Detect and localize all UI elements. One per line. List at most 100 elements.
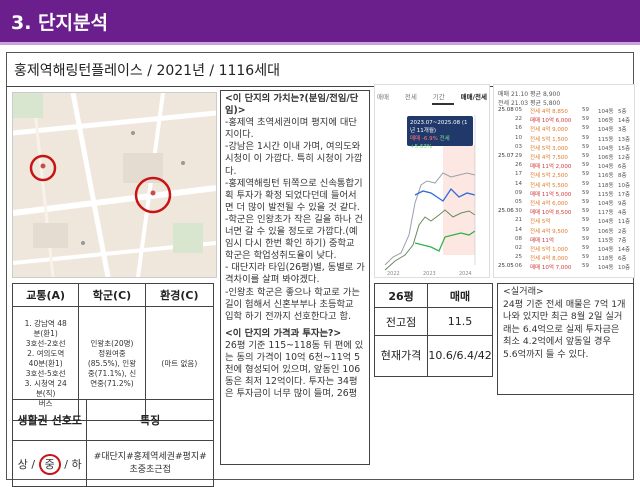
- traffic-line: 3. 시청역 24: [24, 378, 67, 388]
- transaction-fl: 14층: [618, 118, 631, 125]
- price-chart: 2022 2023 2024: [384, 115, 476, 277]
- pref-low: / 하: [64, 457, 82, 471]
- transaction-row: 17 전세 5억 2,500 59 116동 8층: [498, 171, 632, 180]
- chart-tooltip: 2023.07~2025.08 (1년 11개월) 매매 -6.9% 전세 +5…: [407, 116, 473, 150]
- transaction-row: 25.07 29 전세 4억 7,500 59 106동 12층: [498, 153, 632, 162]
- transaction-fl: 10층: [618, 265, 631, 272]
- transaction-dong: 116동: [598, 173, 614, 180]
- transaction-fl: 7층: [618, 237, 627, 244]
- transaction-type: 전세 5억 2,500: [530, 173, 568, 180]
- transaction-floor: 59: [582, 143, 589, 150]
- transaction-day: 14: [515, 226, 522, 233]
- pref-mid: 중: [38, 453, 61, 475]
- transaction-day: 05: [515, 107, 522, 113]
- transaction-dong: 115동: [598, 136, 614, 143]
- location-map[interactable]: [12, 92, 217, 278]
- transaction-type: 매매 10억 8,500: [530, 210, 572, 217]
- col-env: 환경(C): [144, 283, 215, 307]
- traffic-line: 3호선-5호선: [25, 368, 66, 378]
- traffic-line: 40분(환1): [28, 358, 63, 368]
- value-line: - 대단지라 타입(26평)별, 동별로 가격차이를 살펴 봐야겠다.: [225, 262, 365, 286]
- transaction-floor: 59: [582, 134, 589, 141]
- transaction-floor: 59: [582, 180, 589, 187]
- transaction-fl: 12층: [618, 155, 631, 161]
- transaction-row: 02 전세 5억 1,000 59 104동 14층: [498, 245, 632, 254]
- summary-rent: 전세 21.03 평균 5,800: [498, 100, 561, 107]
- transaction-type: 전세 4억 9,500: [530, 228, 568, 235]
- pref-slash: /: [31, 457, 36, 471]
- transaction-dong: 104동: [598, 127, 614, 134]
- price-col-type: 26평: [373, 283, 429, 308]
- price-table: 26평 매매 전고점 11.5 현재가격 10.6/6.4/42: [373, 283, 493, 377]
- transaction-dong: 118동: [598, 182, 614, 189]
- pref-header: 생활권 선호도: [11, 399, 88, 441]
- value-heading: <이 단지의 가치는?(분임/전임/단임)>: [225, 93, 359, 117]
- transaction-day: 10: [515, 134, 522, 141]
- transaction-summary: 매매 21.10 평균 8,900 전세 21.03 평균 5,800: [498, 89, 560, 107]
- transaction-row: 14 전세 4억 5,500 59 118동 10층: [498, 181, 632, 190]
- transaction-fl: 10층: [618, 182, 631, 189]
- transaction-row: 25.08 05 전세 4억 8,850 59 104동 5층: [498, 107, 632, 116]
- transaction-type: 전세 4억 8,850: [530, 109, 568, 115]
- school-line: 중(71.1%), 신: [87, 368, 137, 378]
- transaction-list: 매매 21.10 평균 8,900 전세 21.03 평균 5,800 25.0…: [493, 84, 635, 278]
- transaction-row: 26 매매 11억 2,000 59 104동 6층: [498, 162, 632, 171]
- transaction-dong: 104동: [598, 164, 614, 171]
- transaction-row: 09 매매 11억 5,000 59 115동 17층: [498, 190, 632, 199]
- transaction-dong: 117동: [598, 210, 614, 217]
- transaction-date: 25.07: [498, 153, 514, 159]
- traffic-line: 1. 강남역 48: [24, 318, 67, 328]
- pref-high: 상: [17, 457, 28, 471]
- transaction-row: 03 전세 5억 3,000 59 104동 15층: [498, 144, 632, 153]
- transaction-type: 전세 5억 1,500: [530, 136, 568, 143]
- transaction-day: 14: [515, 180, 522, 187]
- x-label: 2023: [423, 271, 436, 277]
- transaction-floor: 59: [582, 217, 589, 224]
- transaction-day: 05: [515, 199, 522, 205]
- transaction-dong: 106동: [598, 155, 614, 161]
- transaction-floor: 59: [582, 208, 589, 215]
- transaction-dong: 104동: [598, 145, 614, 152]
- transaction-floor: 59: [582, 107, 589, 113]
- transaction-floor: 59: [582, 153, 589, 159]
- transaction-day: 17: [515, 171, 522, 178]
- col-school: 학군(C): [78, 283, 146, 307]
- note-body: 24평 기준 전세 매물은 7억 1개 나와 있지만 최근 8월 2일 실거래는…: [503, 298, 626, 360]
- real-trade-note: <실거래> 24평 기준 전세 매물은 7억 1개 나와 있지만 최근 8월 2…: [497, 283, 634, 395]
- school-line: 인왕초(20명): [90, 338, 134, 348]
- transaction-row: 05 전세 4억 6,000 59 104동 9층: [498, 199, 632, 208]
- transaction-dong: 115동: [598, 237, 614, 244]
- complex-year: 2021년: [156, 63, 205, 79]
- transaction-type: 매매 11억 5,000: [530, 191, 572, 198]
- price-label: 전고점: [373, 307, 429, 336]
- header-underline: [0, 42, 640, 45]
- transaction-dong: 104동: [598, 247, 614, 253]
- feature-table: 생활권 선호도 특징 상 / 중 / 하 #대단지#홍제역세권#평지#초중초근접: [11, 399, 214, 487]
- transaction-dong: 104동: [598, 201, 614, 207]
- transaction-type: 전세 4억 5,500: [530, 182, 568, 189]
- transaction-floor: 59: [582, 199, 589, 205]
- transaction-row: 08 매매 11억 59 115동 7층: [498, 236, 632, 245]
- col-traffic: 교통(A): [11, 283, 80, 307]
- transaction-type: 전세 5억: [530, 219, 551, 226]
- school-line: 정원여중: [98, 348, 126, 358]
- value-line: -학군은 인왕초가 작은 길을 하나 건너면 갈 수 있을 정도로 가깝다.(예…: [225, 213, 363, 262]
- traffic-line: 2. 여의도역: [27, 348, 65, 358]
- transaction-row: 21 전세 5억 59 104동 11층: [498, 217, 632, 226]
- transaction-type: 매매 11억 2,000: [530, 164, 572, 171]
- transaction-fl: 15층: [618, 145, 631, 152]
- transaction-dong: 115동: [598, 191, 614, 198]
- transaction-day: 25: [515, 254, 522, 261]
- transaction-type: 전세 4억 8,000: [530, 256, 568, 263]
- transaction-type: 전세 5억 1,000: [530, 247, 568, 253]
- transaction-floor: 59: [582, 263, 589, 270]
- price-line: 26평 기준 115~118동 뒤 편에 있는 동의 가격이 10억 6천~11…: [225, 339, 364, 400]
- note-title: <실거래>: [503, 286, 544, 297]
- school-line: 연중(71.2%): [90, 378, 134, 388]
- feature-header: 특징: [86, 399, 214, 441]
- transaction-row: 10 전세 5억 1,500 59 115동 13층: [498, 135, 632, 144]
- transaction-fl: 6층: [618, 164, 627, 171]
- transaction-row: 14 전세 4억 9,500 59 106동 2층: [498, 227, 632, 236]
- transaction-floor: 59: [582, 189, 589, 196]
- transaction-floor: 59: [582, 116, 589, 123]
